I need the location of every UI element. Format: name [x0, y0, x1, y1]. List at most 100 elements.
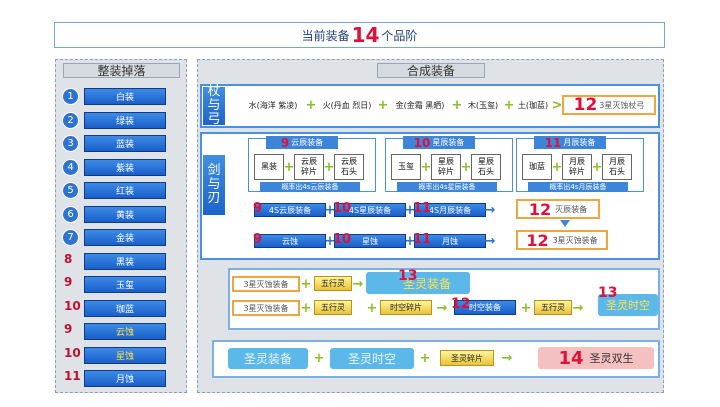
drop-list-item: 4 紫装	[60, 158, 190, 177]
chain-wood: 木(玉玺)	[467, 100, 499, 110]
drop-list-item: 11 月蚀	[60, 369, 190, 388]
final-label: 圣灵双生	[589, 352, 634, 365]
tier-number: 1	[62, 88, 79, 105]
row-label: 云蚀	[282, 236, 298, 246]
drop-list-item: 6 黄装	[60, 205, 190, 224]
tab-char: 杖	[207, 84, 221, 99]
spirit-r1-input: 3星灭蚀装备	[232, 276, 300, 292]
tier-number: 9	[64, 275, 73, 289]
chain-fire: 火(丹血 烈日)	[322, 100, 372, 110]
spirit-r1-wuxing: 五行灵	[314, 276, 352, 291]
drop-panel	[55, 59, 187, 393]
group-title-text: 月辰装备	[563, 138, 596, 147]
group-tier: 10	[413, 135, 431, 150]
final-result: 14 圣灵双生	[538, 347, 654, 369]
drop-list-item: 9 玉玺	[60, 275, 190, 294]
sword-row-item: 10 4S星辰装备	[333, 201, 406, 217]
group-ingredient: 星辰 碎片	[431, 154, 461, 180]
tier-label: 星蚀	[84, 346, 166, 364]
staff-bow-tab: 杖 与 弓	[203, 84, 225, 127]
spirit-r2-input: 3星灭蚀装备	[232, 300, 300, 316]
plus-icon: +	[420, 159, 432, 175]
row-label: 4S月辰装备	[428, 205, 472, 215]
title-tier-number: 14	[351, 23, 380, 47]
spirit-r1-result: 13 圣灵装备	[366, 268, 470, 294]
spirit-r2-fragment: 时空碎片	[380, 300, 432, 315]
arrow-right-icon: >	[551, 97, 563, 113]
tier-number: 3	[62, 135, 79, 152]
plus-icon: +	[460, 159, 472, 175]
sword-row-result: 12 3星灭蚀装备	[516, 230, 608, 250]
row-result-tier: 12	[526, 230, 549, 250]
tier-number: 2	[62, 111, 79, 129]
row-result-tier: 12	[528, 199, 552, 219]
drop-list-item: 1 白装	[60, 88, 190, 106]
tier-number: 10	[64, 298, 81, 313]
chain-earth: 土(珈蓝)	[517, 100, 549, 110]
row-tier: 11	[413, 201, 432, 216]
tier-label: 紫装	[84, 158, 166, 176]
plus-icon: +	[419, 351, 431, 366]
tab-char: 与	[207, 98, 221, 113]
spirit-r2-wuxing2: 五行灵	[534, 300, 572, 315]
tier-label: 月蚀	[84, 370, 166, 387]
group-footer: 概率出4s星辰装备	[397, 182, 497, 192]
tab-char: 剑	[207, 163, 221, 178]
tier-label: 黑装	[84, 252, 166, 270]
drop-list-item: 7 金装	[60, 229, 190, 247]
group-ingredient: 月辰 石头	[602, 154, 632, 180]
drop-list-item: 10 珈蓝	[60, 298, 190, 318]
group-title-text: 云辰装备	[291, 138, 324, 147]
final-spirit-fragment: 圣灵碎片	[440, 350, 494, 366]
tier-number: 6	[62, 205, 79, 223]
group-footer: 概率出4s月辰装备	[528, 182, 628, 192]
row-result-label: 3星灭蚀装备	[552, 235, 598, 245]
final-spirit-gear: 圣灵装备	[228, 348, 308, 369]
sword-row-item: 10 星蚀	[333, 232, 406, 248]
plus-icon: +	[300, 276, 312, 292]
row-label: 4S星辰装备	[348, 205, 392, 215]
plus-icon: +	[323, 159, 335, 175]
group-ingredient: 云辰 石头	[334, 154, 364, 180]
tier-number: 8	[64, 251, 73, 266]
drop-list-item: 8 黑装	[60, 251, 190, 271]
plus-icon: +	[591, 159, 603, 175]
result-tier: 12	[573, 95, 598, 115]
title-before: 当前装备	[301, 28, 350, 43]
spirit-r2-wuxing: 五行灵	[314, 300, 352, 315]
plus-icon: +	[551, 159, 563, 175]
row-label: 月蚀	[442, 236, 458, 246]
final-spirit-time: 圣灵时空	[330, 348, 414, 369]
group-ingredient: 玉玺	[391, 154, 421, 180]
row-result-label: 灭辰装备	[555, 204, 588, 214]
arrow-right-icon: →	[484, 202, 496, 218]
drop-list-item: 5 红装	[60, 182, 190, 200]
tier-label: 红装	[84, 182, 166, 199]
plus-icon: +	[300, 300, 312, 316]
drop-list-item: 3 蓝装	[60, 135, 190, 153]
tier-number: 9	[64, 322, 73, 336]
tier-label: 珈蓝	[84, 299, 166, 317]
tier-label: 云蚀	[84, 323, 166, 340]
row-tier: 11	[413, 232, 432, 247]
arrow-down-icon	[560, 220, 570, 227]
sword-row-result: 12 灭辰装备	[516, 199, 600, 219]
tab-char: 弓	[207, 112, 221, 127]
plus-icon: +	[520, 300, 532, 316]
group-ingredient: 月辰 碎片	[562, 154, 592, 180]
tier-number: 10	[64, 345, 81, 360]
row-label: 星蚀	[362, 236, 378, 246]
drop-list-item: 10 星蚀	[60, 345, 190, 365]
sword-group-title: 9 云辰装备	[266, 135, 338, 150]
chain-water: 水(海洋 紫凌)	[248, 100, 298, 110]
arrow-right-icon: →	[484, 233, 496, 249]
plus-icon: +	[451, 97, 463, 113]
sword-row-item: 9 4S云辰装备	[253, 201, 326, 217]
group-tier: 9	[280, 135, 290, 150]
spirit-r1-tier: 13	[398, 268, 418, 284]
arrow-right-icon: →	[352, 276, 364, 292]
final-tier: 14	[558, 347, 584, 369]
tier-label: 黄装	[84, 205, 166, 223]
spirit-r2-tier: 12	[451, 296, 471, 312]
result-label: 3星灭蚀杖弓	[599, 100, 645, 110]
